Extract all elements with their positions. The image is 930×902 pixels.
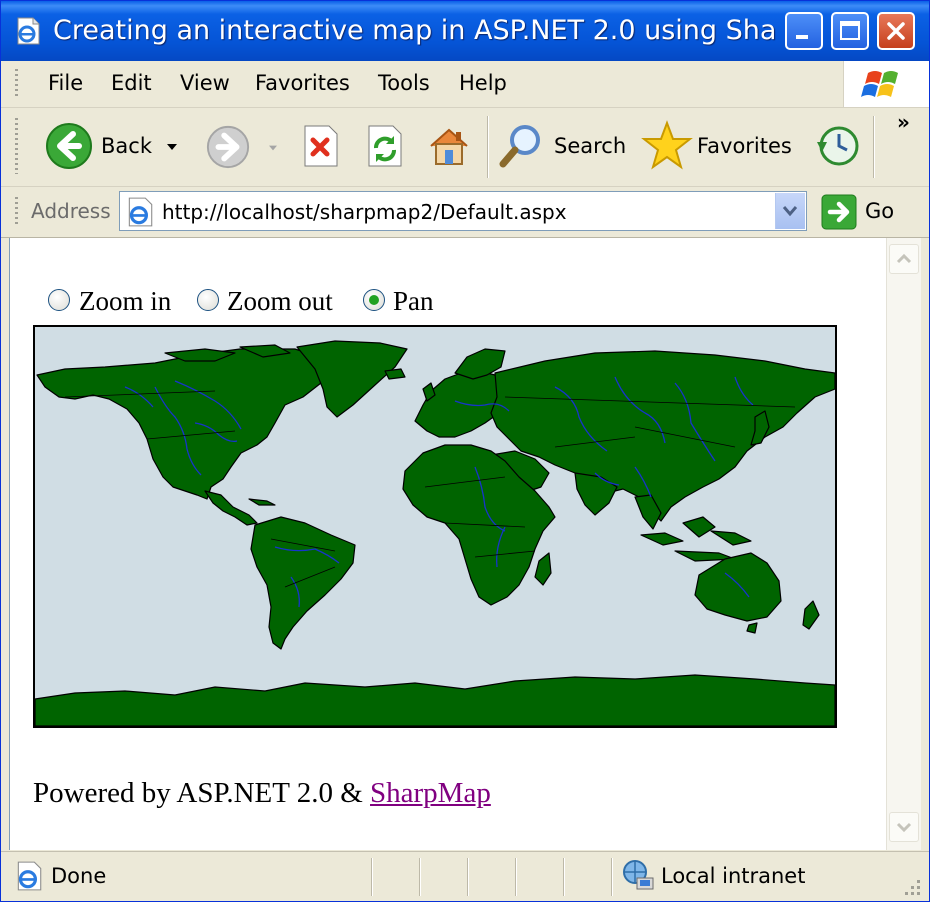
forward-arrow-icon — [206, 125, 250, 169]
minimize-icon — [796, 35, 808, 39]
chevron-down-icon[interactable] — [267, 144, 279, 152]
menu-favorites[interactable]: Favorites — [255, 71, 350, 95]
stop-icon — [304, 125, 338, 167]
close-icon — [887, 22, 905, 40]
address-bar: Address http://localhost/sharpmap2/Defau… — [1, 187, 929, 238]
zoom-in-radio[interactable] — [48, 289, 70, 311]
zoom-in-label[interactable]: Zoom in — [79, 286, 171, 317]
status-separator — [515, 858, 517, 896]
window-title: Creating an interactive map in ASP.NET 2… — [53, 15, 778, 46]
toolbar-separator — [487, 116, 489, 178]
windows-flag-icon — [861, 71, 898, 97]
windows-logo — [843, 61, 929, 107]
vertical-scrollbar[interactable] — [886, 238, 921, 850]
menu-bar: File Edit View Favorites Tools Help — [1, 61, 929, 108]
go-arrow-icon — [821, 194, 857, 230]
maximize-button[interactable] — [831, 12, 869, 50]
chevron-up-icon — [896, 253, 912, 264]
status-separator — [611, 858, 613, 896]
title-bar[interactable]: Creating an interactive map in ASP.NET 2… — [1, 1, 929, 61]
antarctica — [35, 674, 835, 726]
zoom-out-radio[interactable] — [197, 289, 219, 311]
address-grip[interactable] — [15, 197, 18, 227]
refresh-icon — [368, 125, 402, 167]
favorites-label: Favorites — [697, 134, 792, 158]
back-button[interactable]: Back — [45, 122, 185, 172]
resize-grip-icon[interactable] — [899, 874, 923, 898]
favorites-button[interactable]: Favorites — [641, 120, 797, 172]
status-separator — [371, 858, 373, 896]
scroll-down-button[interactable] — [889, 812, 919, 842]
scroll-up-button[interactable] — [889, 244, 919, 274]
local-intranet-icon — [623, 860, 654, 890]
go-button[interactable] — [821, 194, 857, 230]
back-label: Back — [101, 134, 152, 158]
menu-tools[interactable]: Tools — [378, 71, 430, 95]
menu-edit[interactable]: Edit — [111, 71, 152, 95]
north-america — [36, 348, 336, 500]
status-text: Done — [51, 864, 107, 888]
pan-radio-dot — [369, 295, 379, 305]
menu-file[interactable]: File — [48, 71, 83, 95]
toolbar-separator — [873, 116, 875, 178]
status-separator — [467, 858, 469, 896]
ie-page-icon — [128, 197, 153, 227]
search-icon — [499, 125, 540, 168]
australia — [694, 552, 782, 622]
central-america — [204, 490, 258, 526]
address-input[interactable]: http://localhost/sharpmap2/Default.aspx — [119, 191, 807, 231]
search-button[interactable]: Search — [497, 122, 629, 172]
ie-page-icon — [17, 17, 40, 45]
search-label: Search — [554, 134, 627, 158]
home-icon — [430, 128, 468, 165]
favorites-star-icon — [641, 120, 693, 170]
toolbar-overflow-chevron[interactable]: » — [897, 110, 910, 134]
forward-button[interactable] — [205, 124, 285, 170]
chevron-down-icon[interactable] — [165, 142, 179, 152]
home-button[interactable] — [425, 122, 475, 172]
world-map-image[interactable] — [35, 327, 835, 726]
powered-by-footer: Powered by ASP.NET 2.0 & SharpMap — [33, 777, 491, 810]
ie-page-icon — [17, 861, 42, 891]
world-map[interactable] — [33, 325, 837, 728]
address-url: http://localhost/sharpmap2/Default.aspx — [162, 200, 567, 224]
browser-window: Creating an interactive map in ASP.NET 2… — [0, 0, 930, 902]
pan-label[interactable]: Pan — [393, 286, 434, 317]
chevron-down-icon — [896, 822, 912, 833]
status-separator — [419, 858, 421, 896]
footer-text: Powered by ASP.NET 2.0 & — [33, 777, 371, 809]
standard-toolbar: Back Search Favorites » — [1, 108, 929, 187]
chevron-down-icon — [782, 206, 798, 217]
menu-grip[interactable] — [15, 69, 18, 99]
status-separator — [563, 858, 565, 896]
minimize-button[interactable] — [785, 12, 823, 50]
address-label: Address — [31, 199, 111, 223]
history-clock-icon — [817, 126, 859, 166]
history-button[interactable] — [813, 122, 861, 170]
menu-help[interactable]: Help — [459, 71, 507, 95]
status-bar: Done Local intranet — [1, 851, 929, 901]
south-america — [250, 516, 356, 650]
refresh-button[interactable] — [365, 124, 407, 170]
security-zone-label: Local intranet — [661, 864, 806, 888]
address-dropdown-button[interactable] — [775, 193, 805, 229]
stop-button[interactable] — [301, 124, 343, 170]
zoom-out-label[interactable]: Zoom out — [227, 286, 333, 317]
sharpmap-link[interactable]: SharpMap — [370, 777, 491, 809]
menu-view[interactable]: View — [180, 71, 230, 95]
maximize-icon — [840, 21, 860, 40]
back-arrow-icon — [46, 123, 92, 169]
go-label[interactable]: Go — [865, 199, 894, 223]
close-button[interactable] — [877, 12, 915, 50]
pan-radio[interactable] — [363, 289, 385, 311]
toolbar-grip[interactable] — [15, 118, 18, 174]
